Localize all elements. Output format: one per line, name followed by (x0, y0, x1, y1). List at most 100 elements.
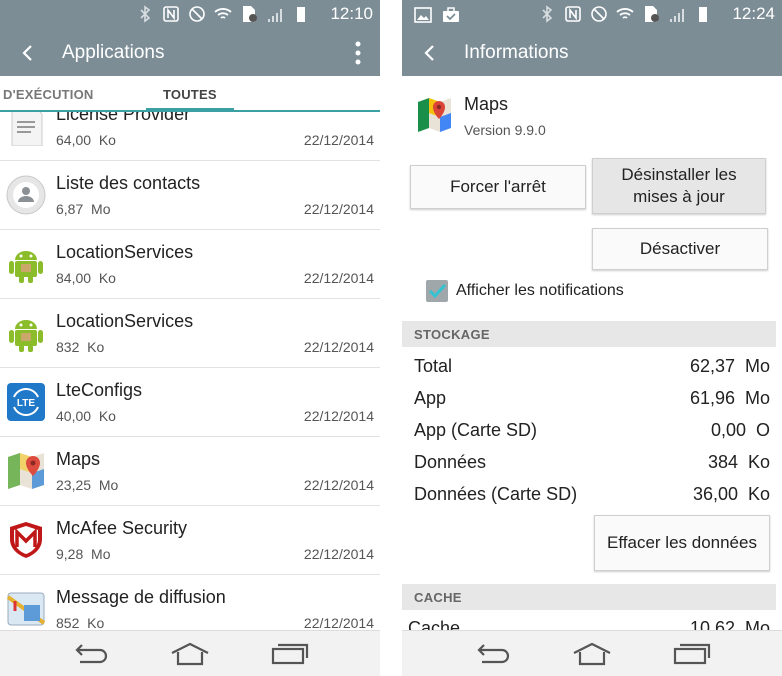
nfc-icon (564, 5, 582, 23)
recents-nav-icon[interactable] (672, 641, 712, 667)
page-title: Informations (464, 42, 569, 63)
screenshot-divider (380, 0, 402, 676)
app-size: 832 Ko (56, 339, 105, 355)
app-date: 22/12/2014 (303, 546, 374, 562)
app-name: McAfee Security (56, 518, 188, 538)
app-name: LocationServices (56, 242, 194, 262)
recents-nav-icon[interactable] (270, 641, 310, 667)
overflow-menu-icon[interactable] (354, 39, 362, 67)
storage-row-total: Total 62,37 Mo (414, 352, 770, 380)
back-arrow-icon[interactable] (416, 39, 444, 67)
lte-icon: LTE (6, 382, 46, 422)
app-size: 852 Ko (56, 615, 105, 630)
signal-icon (266, 5, 284, 23)
list-item[interactable]: Maps 23,25 Mo 22/12/2014 (0, 437, 380, 506)
app-date: 22/12/2014 (303, 201, 374, 217)
broadcast-icon (6, 589, 46, 629)
bluetooth-icon (538, 5, 556, 23)
list-item[interactable]: LocationServices 84,00 Ko 22/12/2014 (0, 230, 380, 299)
cache-row: Cache 10,62 Mo (408, 614, 770, 630)
app-date: 22/12/2014 (303, 270, 374, 286)
list-item[interactable]: License Provider 64,00 Ko 22/12/2014 (0, 112, 380, 161)
app-date: 22/12/2014 (303, 132, 374, 148)
page-title: Applications (62, 42, 165, 63)
list-item[interactable]: McAfee Security 9,28 Mo 22/12/2014 (0, 506, 380, 575)
home-nav-icon[interactable] (572, 641, 612, 667)
list-item[interactable]: LocationServices 832 Ko 22/12/2014 (0, 299, 380, 368)
cache-label: Cache (408, 618, 461, 630)
signal-icon (668, 5, 686, 23)
app-list[interactable]: License Provider 64,00 Ko 22/12/2014 Lis… (0, 112, 380, 630)
document-icon (6, 112, 46, 147)
storage-label: Données (414, 452, 487, 472)
app-name: LteConfigs (56, 380, 143, 400)
storage-row-app-sd: App (Carte SD) 0,00 O (414, 416, 770, 444)
app-date: 22/12/2014 (303, 615, 374, 630)
android-icon (6, 244, 46, 284)
storage-value: 384 Ko (707, 452, 770, 472)
app-bar: Applications (0, 30, 380, 76)
nfc-icon (162, 5, 180, 23)
storage-header: STOCKAGE (414, 327, 490, 342)
app-name: Maps (56, 449, 101, 469)
applications-screen: 12:10 Applications D'EXÉCUTION TOUTES Li… (0, 0, 380, 676)
list-item[interactable]: LTE LteConfigs 40,00 Ko 22/12/2014 (0, 368, 380, 437)
storage-value: 61,96 Mo (689, 388, 770, 408)
storage-row-data: Données 384 Ko (414, 448, 770, 476)
app-date: 22/12/2014 (303, 408, 374, 424)
list-item[interactable]: Liste des contacts 6,87 Mo 22/12/2014 (0, 161, 380, 230)
app-size: 64,00 Ko (56, 132, 116, 148)
android-icon (6, 313, 46, 353)
battery-icon (292, 5, 310, 23)
mcafee-icon (6, 520, 46, 560)
wifi-icon (616, 5, 634, 23)
home-nav-icon[interactable] (170, 641, 210, 667)
tab-bar: D'EXÉCUTION TOUTES (0, 76, 380, 112)
app-name: License Provider (56, 112, 191, 124)
storage-label: Total (414, 356, 453, 376)
vibrate-off-icon (188, 5, 206, 23)
disable-button[interactable]: Désactiver (592, 228, 768, 270)
back-arrow-icon[interactable] (14, 39, 42, 67)
notifications-label: Afficher les notifications (456, 282, 624, 299)
storage-row-app: App 61,96 Mo (414, 384, 770, 412)
checkbox[interactable] (426, 280, 448, 302)
maps-icon (416, 96, 452, 134)
sim-error-icon (642, 5, 660, 23)
image-icon (414, 6, 432, 24)
list-item[interactable]: Message de diffusion 852 Ko 22/12/2014 (0, 575, 380, 630)
navigation-bar (402, 630, 782, 676)
app-name: Liste des contacts (56, 173, 201, 193)
app-name: Maps (464, 94, 509, 114)
storage-label: Données (Carte SD) (414, 484, 578, 504)
back-nav-icon[interactable] (472, 641, 512, 667)
app-header: Maps Version 9.9.0 (402, 76, 782, 146)
briefcase-check-icon (442, 6, 460, 24)
svg-text:LTE: LTE (17, 398, 35, 409)
maps-icon (6, 451, 46, 491)
cache-header: CACHE (414, 590, 462, 605)
clear-data-button[interactable]: Effacer les données (594, 515, 770, 571)
app-name: Message de diffusion (56, 587, 226, 607)
app-version: Version 9.9.0 (464, 122, 546, 138)
storage-label: App (414, 388, 447, 408)
status-bar: 12:10 (0, 0, 380, 30)
status-bar: 12:24 (402, 0, 782, 30)
vibrate-off-icon (590, 5, 608, 23)
uninstall-updates-button[interactable]: Désinstaller les mises à jour (592, 158, 766, 214)
force-stop-button[interactable]: Forcer l'arrêt (410, 165, 586, 209)
wifi-icon (214, 5, 232, 23)
notification-icons (414, 6, 460, 24)
storage-row-data-sd: Données (Carte SD) 36,00 Ko (414, 480, 770, 508)
status-time: 12:10 (330, 4, 373, 23)
tab-all[interactable]: TOUTES (163, 87, 217, 102)
tab-running[interactable]: D'EXÉCUTION (3, 87, 94, 102)
app-size: 6,87 Mo (56, 201, 111, 217)
back-nav-icon[interactable] (70, 641, 110, 667)
storage-label: App (Carte SD) (414, 420, 538, 440)
status-time: 12:24 (732, 4, 775, 23)
app-size: 9,28 Mo (56, 546, 111, 562)
storage-section-header: STOCKAGE (402, 321, 776, 347)
storage-value: 0,00 O (710, 420, 770, 440)
status-icons (136, 5, 310, 23)
